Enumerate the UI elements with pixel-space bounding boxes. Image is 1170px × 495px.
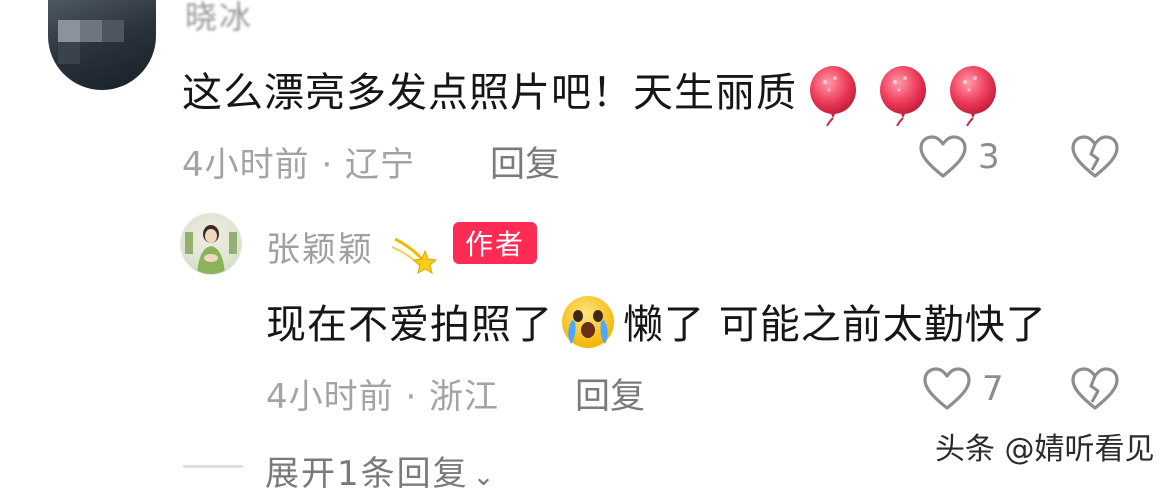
- balloon-emoji: [875, 64, 931, 127]
- avatar-mosaic: [80, 20, 102, 42]
- heart-icon: [923, 367, 971, 410]
- like-count: 3: [978, 137, 1000, 177]
- dizzy-star-icon: [391, 237, 438, 274]
- comment-meta: 4小时前 · 浙江: [266, 377, 500, 417]
- comment-meta: 4小时前 · 辽宁: [182, 145, 416, 185]
- balloon-emoji: [805, 64, 861, 127]
- crying-face-emoji: [559, 294, 617, 360]
- like-button[interactable]: 3: [918, 134, 1000, 180]
- comment-text: 这么漂亮多发点照片吧！天生丽质: [182, 60, 1001, 127]
- comment-text-body: 这么漂亮多发点照片吧！天生丽质: [182, 70, 797, 116]
- author-avatar[interactable]: [180, 213, 242, 275]
- commenter-name[interactable]: 晓冰: [185, 0, 253, 38]
- balloon-emoji: [945, 64, 1001, 127]
- author-name-text: 张颖颖: [266, 230, 374, 270]
- expand-replies-label: 展开1条回复: [265, 454, 469, 494]
- dislike-button[interactable]: [1070, 134, 1120, 184]
- comment-text-body: 现在不爱拍照了: [266, 302, 553, 348]
- avatar-mosaic: [58, 42, 80, 64]
- avatar-mosaic: [58, 20, 80, 42]
- reply-button[interactable]: 回复: [490, 136, 560, 187]
- comment-text-body: 懒了 可能之前太勤快了: [623, 302, 1047, 348]
- expand-replies-button[interactable]: 展开1条回复 ⌄: [265, 446, 496, 495]
- comment-text: 现在不爱拍照了 懒了 可能之前太勤快了: [266, 292, 1047, 360]
- watermark: 头条 @婧听看见: [935, 432, 1155, 467]
- avatar-mosaic: [102, 20, 124, 42]
- chevron-down-icon: ⌄: [472, 462, 497, 492]
- like-button[interactable]: 7: [922, 366, 1004, 412]
- broken-heart-icon: [1071, 135, 1119, 178]
- author-name[interactable]: 张颖颖: [266, 222, 439, 275]
- like-count: 7: [982, 369, 1004, 409]
- author-badge: 作者: [453, 222, 538, 264]
- divider: [183, 465, 243, 468]
- broken-heart-icon: [1071, 367, 1119, 410]
- heart-icon: [919, 135, 967, 178]
- dislike-button[interactable]: [1070, 366, 1120, 416]
- commenter-avatar[interactable]: [48, 0, 156, 90]
- author-avatar-image: [185, 225, 237, 274]
- reply-button[interactable]: 回复: [575, 368, 645, 419]
